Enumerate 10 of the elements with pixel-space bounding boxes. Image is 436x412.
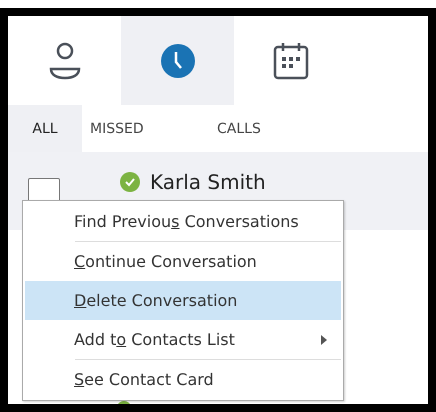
menu-item[interactable]: See Contact Card <box>25 360 341 399</box>
menu-item[interactable]: Add to Contacts List <box>25 320 341 359</box>
calendar-icon <box>272 42 308 80</box>
filter-tab[interactable]: ALL <box>8 105 82 152</box>
clock-icon <box>160 42 196 78</box>
menu-item[interactable]: Delete Conversation <box>25 281 341 320</box>
menu-item[interactable]: Continue Conversation <box>25 242 341 281</box>
person-icon <box>48 42 82 80</box>
nav-tab[interactable] <box>121 16 234 105</box>
contact-name: Karla Smith <box>150 170 266 194</box>
